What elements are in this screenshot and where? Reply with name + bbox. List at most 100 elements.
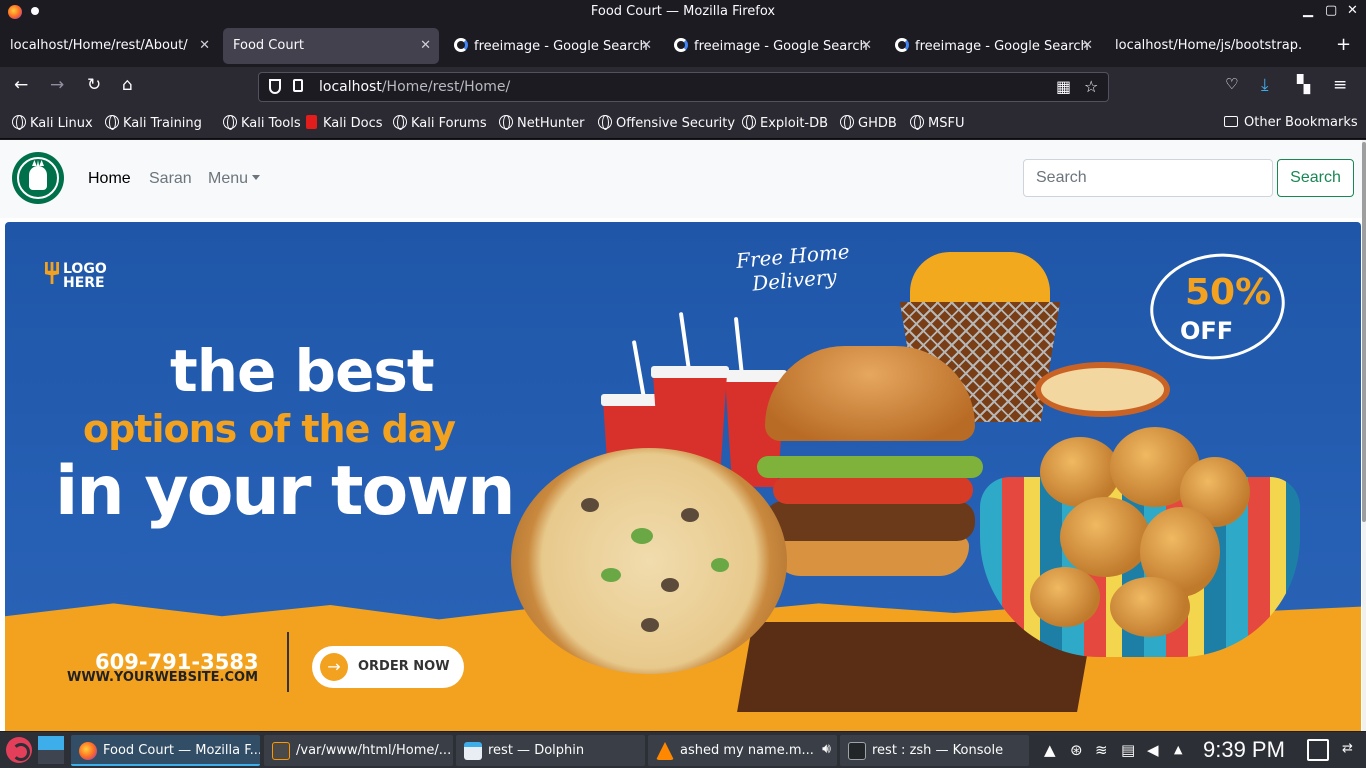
bookmark-label: Kali Training xyxy=(123,116,202,131)
workspace-1[interactable] xyxy=(38,736,64,750)
search-input[interactable] xyxy=(1023,159,1273,197)
bookmark-kali-linux[interactable]: Kali Linux xyxy=(12,115,93,131)
task-dolphin[interactable]: rest — Dolphin xyxy=(456,735,645,766)
tab-label: freeimage - Google Search xyxy=(694,39,868,54)
address-bar[interactable]: localhost/Home/rest/Home/ ▦ ☆ xyxy=(258,72,1109,102)
tab-about[interactable]: localhost/Home/rest/About/ ✕ xyxy=(0,28,218,64)
forward-icon[interactable]: → xyxy=(50,75,64,95)
show-desktop-icon[interactable] xyxy=(1307,739,1329,761)
task-label: ashed my name.m... xyxy=(680,743,814,758)
speaker-icon[interactable]: 🔊︎ xyxy=(822,741,831,757)
url-text[interactable]: localhost/Home/rest/Home/ xyxy=(319,79,510,95)
tab-bootstrap-js[interactable]: localhost/Home/js/bootstrap. xyxy=(1105,28,1321,64)
nav-home[interactable]: Home xyxy=(88,170,131,188)
volume-icon[interactable]: ◀︎ xyxy=(1147,741,1159,759)
starbucks-logo[interactable] xyxy=(12,152,64,204)
globe-icon xyxy=(105,115,119,130)
pocket-icon[interactable]: ♡ xyxy=(1225,75,1238,93)
panel-settings-icon[interactable]: ⇄ xyxy=(1342,741,1353,756)
clipboard-icon[interactable]: ▤ xyxy=(1121,741,1135,759)
tab-food-court[interactable]: Food Court ✕ xyxy=(223,28,439,64)
globe-icon xyxy=(840,115,854,130)
other-bookmarks[interactable]: Other Bookmarks xyxy=(1224,115,1358,130)
wifi-icon[interactable]: ≋ xyxy=(1095,741,1108,759)
bookmark-kali-tools[interactable]: Kali Tools xyxy=(223,115,301,131)
back-icon[interactable]: ← xyxy=(14,75,28,95)
menu-hamburger-icon[interactable]: ≡ xyxy=(1333,75,1347,95)
order-now-graphic: → ORDER NOW xyxy=(312,646,464,688)
free-delivery-text: Free Home Delivery xyxy=(735,239,853,297)
task-konsole[interactable]: rest : zsh — Konsole xyxy=(840,735,1029,766)
bookmark-ghdb[interactable]: GHDB xyxy=(840,115,897,131)
burger-image xyxy=(757,346,983,586)
mushroom xyxy=(681,508,699,522)
lettuce xyxy=(757,456,983,478)
tray-expand-icon[interactable]: ▲ xyxy=(1174,743,1182,756)
bookmark-star-icon[interactable]: ☆ xyxy=(1084,77,1098,96)
bookmark-nethunter[interactable]: NetHunter xyxy=(499,115,585,131)
other-bookmarks-label: Other Bookmarks xyxy=(1244,115,1358,130)
tab-google-search-3[interactable]: freeimage - Google Search ✕ xyxy=(885,28,1101,64)
kali-menu-icon[interactable] xyxy=(6,737,32,763)
navigation-toolbar: ← → ↻ ⌂ localhost/Home/rest/Home/ ▦ ☆ ♡ … xyxy=(0,67,1366,107)
nav-menu-dropdown[interactable]: Menu xyxy=(208,170,261,188)
site-info-icon[interactable] xyxy=(293,79,303,92)
bookmark-kali-docs[interactable]: Kali Docs xyxy=(306,115,383,131)
bookmark-exploit-db[interactable]: Exploit-DB xyxy=(742,115,828,131)
scrollbar-thumb[interactable] xyxy=(1362,142,1366,522)
tab-google-search-1[interactable]: freeimage - Google Search ✕ xyxy=(444,28,660,64)
close-tab-icon[interactable]: ✕ xyxy=(199,38,210,53)
search-button[interactable]: Search xyxy=(1277,159,1354,197)
home-icon[interactable]: ⌂ xyxy=(122,75,133,95)
task-sublime[interactable]: /var/www/html/Home/... xyxy=(264,735,453,766)
minimize-icon[interactable]: ▁ xyxy=(1303,3,1313,18)
page-scrollbar[interactable] xyxy=(1362,140,1366,731)
task-label: rest — Dolphin xyxy=(488,743,585,758)
taskbar: Food Court — Mozilla F... /var/www/html/… xyxy=(0,731,1366,768)
task-firefox[interactable]: Food Court — Mozilla F... xyxy=(71,735,260,766)
bookmark-offensive-security[interactable]: Offensive Security xyxy=(598,115,735,131)
tab-google-search-2[interactable]: freeimage - Google Search ✕ xyxy=(664,28,880,64)
bookmarks-toolbar: Kali Linux Kali Training Kali Tools Kali… xyxy=(0,107,1366,139)
tab-label: freeimage - Google Search xyxy=(474,39,648,54)
close-tab-icon[interactable]: ✕ xyxy=(1082,38,1093,53)
bookmark-label: Kali Tools xyxy=(241,116,301,131)
banner-headline-1: the best xyxy=(170,337,435,405)
tracking-protection-icon[interactable] xyxy=(269,79,281,94)
globe-icon xyxy=(742,115,756,130)
updates-icon[interactable]: ⊛ xyxy=(1070,741,1083,759)
window-title: Food Court — Mozilla Firefox xyxy=(590,4,776,19)
close-tab-icon[interactable]: ✕ xyxy=(420,38,431,53)
arrow-right-icon: → xyxy=(320,653,348,681)
downloads-icon[interactable]: ⤓ xyxy=(1261,75,1269,95)
globe-icon xyxy=(223,115,237,130)
banner-headline-3: in your town xyxy=(55,452,516,531)
dolphin-icon xyxy=(464,742,482,760)
workspace-pager[interactable] xyxy=(38,736,64,764)
bookmark-kali-forums[interactable]: Kali Forums xyxy=(393,115,487,131)
konsole-icon xyxy=(848,742,866,760)
new-tab-icon[interactable]: + xyxy=(1336,34,1351,55)
nav-saran[interactable]: Saran xyxy=(149,170,192,188)
straw xyxy=(631,340,647,400)
close-tab-icon[interactable]: ✕ xyxy=(641,38,652,53)
close-tab-icon[interactable]: ✕ xyxy=(861,38,872,53)
task-vlc[interactable]: ashed my name.m... 🔊︎ xyxy=(648,735,837,766)
pepper xyxy=(711,558,729,572)
bookmark-kali-training[interactable]: Kali Training xyxy=(105,115,202,131)
bookmark-msfu[interactable]: MSFU xyxy=(910,115,964,131)
vlc-tray-icon[interactable]: ▲ xyxy=(1044,741,1056,759)
qr-code-icon[interactable]: ▦ xyxy=(1056,77,1071,96)
sublime-icon xyxy=(272,742,290,760)
page-viewport: Home Saran Menu Search LOGOHERE the best… xyxy=(0,140,1366,731)
clock[interactable]: 9:39 PM xyxy=(1203,737,1285,763)
extensions-icon[interactable]: ▚ xyxy=(1297,75,1310,95)
mushroom xyxy=(661,578,679,592)
reload-icon[interactable]: ↻ xyxy=(87,75,101,95)
close-window-icon[interactable]: ✕ xyxy=(1347,3,1358,18)
maximize-icon[interactable]: ▢ xyxy=(1325,3,1337,18)
window-titlebar: Food Court — Mozilla Firefox ▁ ▢ ✕ xyxy=(0,0,1366,25)
patty xyxy=(765,501,975,541)
banner-logo-line2: HERE xyxy=(63,275,105,291)
chicken-piece xyxy=(1060,497,1150,577)
